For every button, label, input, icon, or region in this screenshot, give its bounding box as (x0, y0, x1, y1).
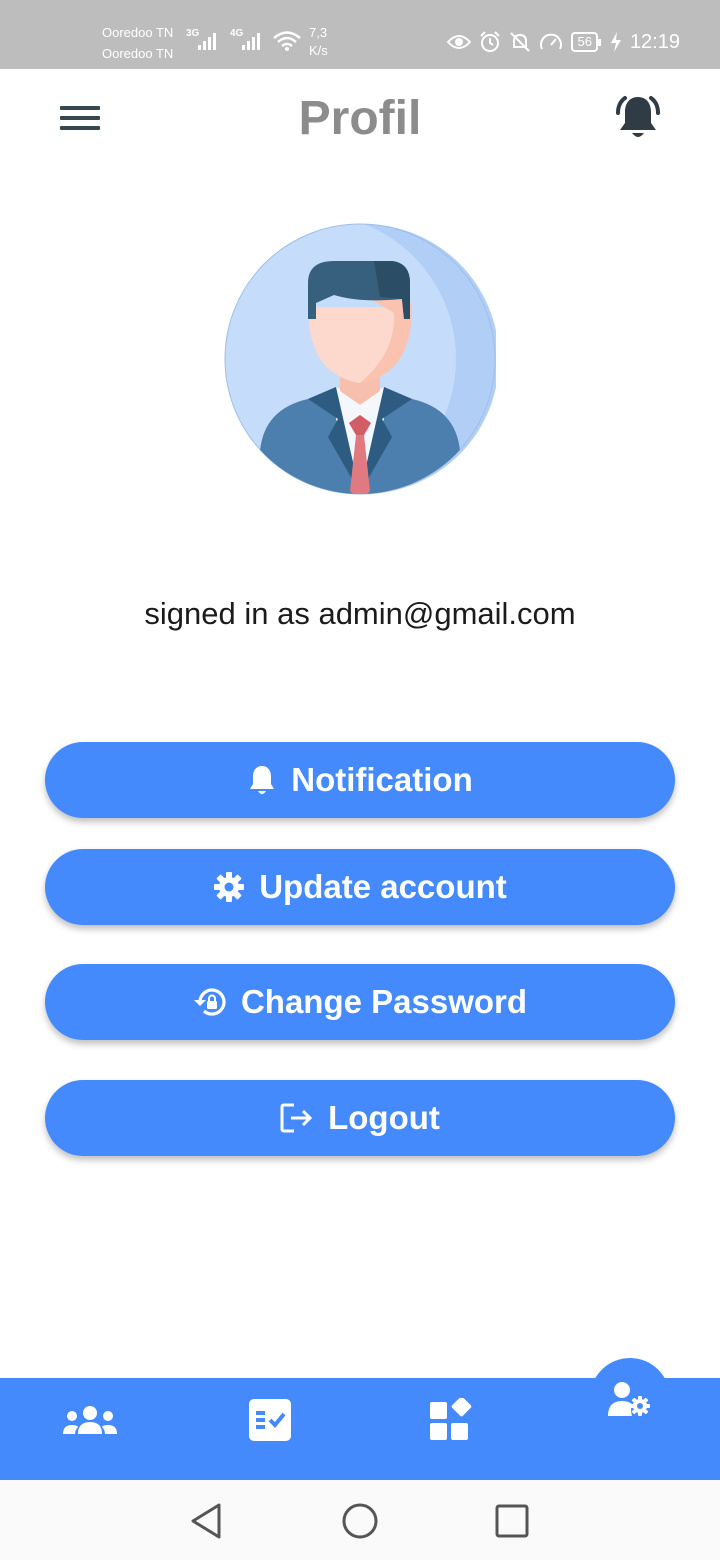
signed-in-text: signed in as admin@gmail.com (144, 596, 576, 631)
speed-value: 7,3 (309, 25, 328, 40)
speed-unit: K/s (309, 43, 328, 58)
notification-bell-button[interactable] (612, 93, 664, 143)
recents-square-icon (495, 1504, 529, 1538)
home-circle-icon (342, 1503, 378, 1539)
bell-ringing-icon (616, 96, 660, 137)
back-button[interactable] (188, 1502, 224, 1545)
status-bar: Ooredoo TN Ooredoo TN 3G 4G 7,3 K/s 56 1… (0, 0, 720, 69)
back-triangle-icon (191, 1503, 221, 1539)
bell-icon (250, 766, 275, 794)
battery-indicator: 56 (571, 32, 602, 52)
logout-icon (280, 1103, 313, 1133)
logout-button-label: Logout (328, 1099, 440, 1136)
alarm-icon (480, 31, 501, 52)
app-bar: Profil (0, 69, 720, 169)
nav-tasks[interactable] (248, 1398, 292, 1447)
nav-profile-settings[interactable] (606, 1380, 654, 1425)
avatar (224, 223, 496, 495)
user-settings-icon (608, 1382, 650, 1416)
gear-icon (214, 872, 245, 902)
network-speed: 7,3 K/s (309, 24, 328, 60)
nav-users[interactable] (62, 1404, 118, 1443)
eye-icon (447, 35, 472, 49)
carrier-names: Ooredoo TN Ooredoo TN (102, 22, 173, 64)
speedometer-icon (540, 33, 563, 50)
logout-button[interactable]: Logout (45, 1080, 675, 1156)
signal-bars-icon (242, 33, 260, 50)
wifi-icon (273, 31, 301, 51)
signal-bars-icon (198, 33, 216, 50)
change-password-button-label: Change Password (240, 983, 528, 1020)
status-icons: 56 12:19 (447, 28, 680, 56)
system-navigation-bar (0, 1480, 720, 1560)
recents-button[interactable] (494, 1502, 530, 1545)
carrier-2: Ooredoo TN (102, 46, 174, 61)
widgets-icon (430, 1396, 472, 1440)
home-button[interactable] (341, 1502, 379, 1545)
nav-widgets[interactable] (428, 1396, 472, 1447)
users-icon (63, 1406, 117, 1434)
notifications-off-icon (510, 32, 531, 52)
update-account-button-label: Update account (259, 868, 507, 905)
lock-reset-icon (193, 988, 226, 1016)
clock: 12:19 (629, 30, 680, 53)
update-account-button[interactable]: Update account (45, 849, 675, 925)
notification-button-label: Notification (291, 761, 473, 798)
carrier-1: Ooredoo TN (102, 25, 174, 40)
task-list-icon (249, 1399, 291, 1441)
charging-icon (610, 32, 621, 52)
change-password-button[interactable]: Change Password (45, 964, 675, 1040)
notification-button[interactable]: Notification (45, 742, 675, 818)
